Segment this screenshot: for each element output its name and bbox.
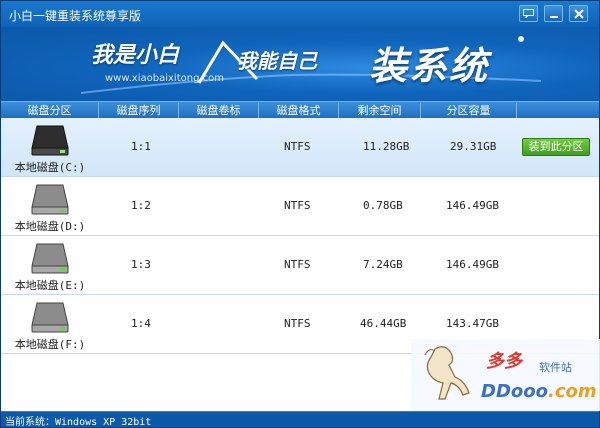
hard-disk-icon — [31, 302, 69, 333]
disk-format: NTFS — [284, 258, 311, 271]
disk-capacity: 146.49GB — [446, 199, 499, 212]
banner-slogan-2: 我能自己 — [237, 49, 317, 73]
table-row[interactable]: 本地磁盘(C:) 1:1 NTFS 11.28GB 29.31GB 装到此分区 — [1, 118, 599, 177]
disk-name: 本地磁盘(E:) — [14, 279, 86, 292]
hard-disk-icon — [31, 243, 69, 274]
disk-free-space: 11.28GB — [363, 140, 410, 153]
horse-logo-icon — [424, 346, 470, 400]
header-free-space[interactable]: 剩余空间 — [339, 103, 421, 118]
header-volume-label[interactable]: 磁盘卷标 — [179, 103, 259, 118]
disk-name: 本地磁盘(F:) — [14, 338, 86, 351]
table-row[interactable]: 本地磁盘(E:) 1:3 NTFS 7.24GB 146.49GB — [1, 236, 599, 295]
disk-sequence: 1:3 — [131, 258, 151, 271]
disk-sequence: 1:4 — [131, 317, 151, 330]
disk-sequence: 1:2 — [131, 199, 151, 212]
watermark-cn: 多多 — [486, 351, 522, 372]
disk-format: NTFS — [284, 199, 311, 212]
close-icon[interactable] — [569, 5, 588, 22]
watermark-en: DDooo.com — [481, 381, 597, 402]
header-capacity[interactable]: 分区容量 — [421, 103, 517, 118]
window-title: 小白一键重装系统尊享版 — [9, 9, 142, 23]
disk-format: NTFS — [284, 140, 311, 153]
banner: 我是小白 www.xiaobaixitong.com 我能自己 装系统 — [1, 27, 599, 101]
current-system-status: 当前系统：Windows XP 32bit — [5, 417, 152, 428]
header-sequence[interactable]: 磁盘序列 — [99, 103, 179, 118]
watermark-cn-site: 软件站 — [539, 361, 572, 374]
header-format[interactable]: 磁盘格式 — [259, 103, 339, 118]
table-header: 磁盘分区 磁盘序列 磁盘卷标 磁盘格式 剩余空间 分区容量 — [1, 101, 599, 118]
disk-sequence: 1:1 — [131, 140, 151, 153]
feedback-icon[interactable] — [519, 5, 538, 22]
disk-format: NTFS — [284, 317, 311, 330]
app-window: 小白一键重装系统尊享版 我是小白 www.xiaobaixitong.com 我… — [0, 0, 600, 428]
hard-disk-icon — [31, 125, 69, 156]
disk-free-space: 46.44GB — [360, 317, 407, 330]
table-row[interactable]: 本地磁盘(D:) 1:2 NTFS 0.78GB 146.49GB — [1, 177, 599, 236]
banner-slogan-1: 我是小白 — [91, 43, 180, 68]
minimize-icon[interactable] — [544, 5, 563, 22]
disk-free-space: 0.78GB — [363, 199, 403, 212]
install-to-partition-button[interactable]: 装到此分区 — [522, 138, 590, 156]
disk-name: 本地磁盘(D:) — [14, 220, 86, 233]
disk-name: 本地磁盘(C:) — [14, 161, 86, 174]
title-bar: 小白一键重装系统尊享版 — [1, 1, 599, 27]
banner-slogan-3: 装系统 — [369, 44, 490, 88]
disk-capacity: 29.31GB — [450, 140, 497, 153]
status-bar: 当前系统：Windows XP 32bit — [1, 411, 599, 428]
banner-url: www.xiaobaixitong.com — [105, 73, 224, 84]
disk-capacity: 143.47GB — [446, 317, 499, 330]
hard-disk-icon — [31, 184, 69, 215]
disk-capacity: 146.49GB — [446, 258, 499, 271]
disk-free-space: 7.24GB — [363, 258, 403, 271]
header-partition[interactable]: 磁盘分区 — [1, 103, 99, 118]
